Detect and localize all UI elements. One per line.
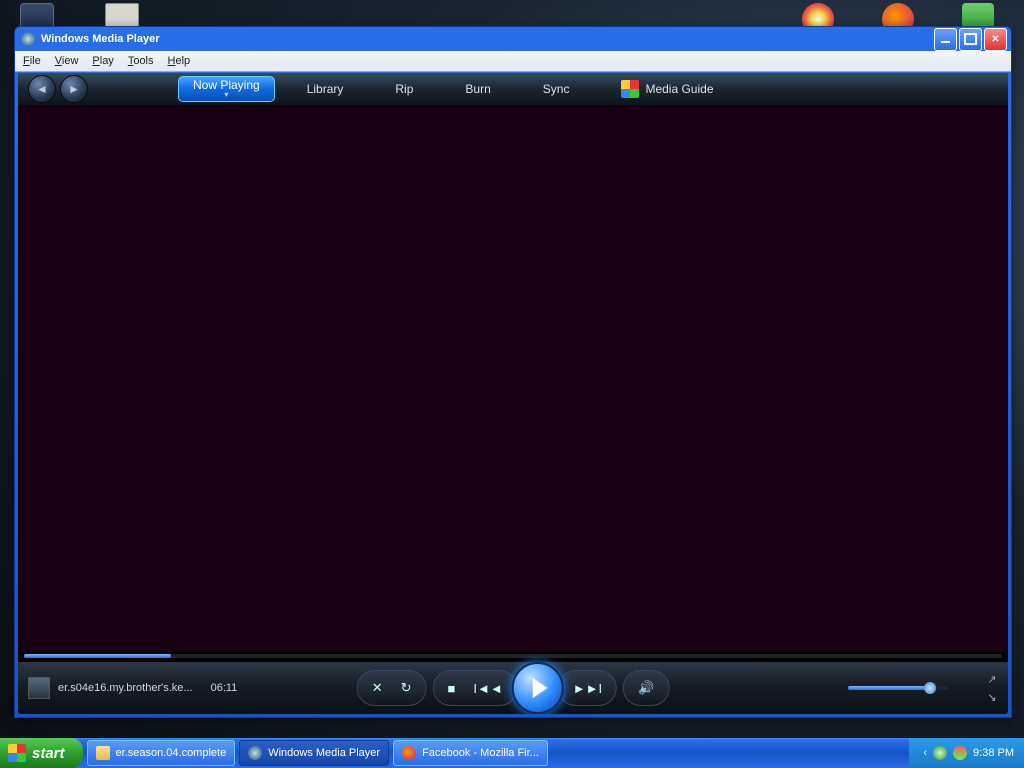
play-icon <box>532 678 547 698</box>
task-item-wmp[interactable]: Windows Media Player <box>239 740 389 766</box>
control-pill-mid: ■ I◄◄ <box>433 670 518 706</box>
titlebar[interactable]: Windows Media Player <box>15 27 1011 51</box>
media-thumbnail-icon <box>28 677 50 699</box>
tab-now-playing[interactable]: Now Playing ▾ <box>178 76 275 102</box>
control-pill-mid2: ►►I <box>558 670 617 706</box>
window-title: Windows Media Player <box>41 33 160 45</box>
wmp-icon <box>21 32 35 46</box>
tab-rip[interactable]: Rip <box>369 73 439 105</box>
tab-media-guide-label: Media Guide <box>645 82 713 96</box>
tray-icon-2[interactable] <box>953 746 967 760</box>
playback-controls: er.s04e16.my.brother's.ke... 06:11 ✕ ↻ ■… <box>18 662 1008 714</box>
folder-icon <box>96 746 110 760</box>
shuffle-button[interactable]: ✕ <box>372 680 383 696</box>
tab-burn[interactable]: Burn <box>439 73 516 105</box>
taskbar: start er.season.04.complete Windows Medi… <box>0 738 1024 768</box>
mute-button[interactable]: 🔊 <box>638 680 654 696</box>
chevron-down-icon: ▾ <box>224 91 228 99</box>
menu-file[interactable]: File <box>23 55 41 67</box>
system-tray: ‹ 9:38 PM <box>909 738 1024 768</box>
seek-bar[interactable] <box>24 654 1002 658</box>
nav-back-button[interactable]: ◄ <box>28 75 56 103</box>
tray-icon-1[interactable] <box>933 746 947 760</box>
start-button[interactable]: start <box>0 738 83 768</box>
media-filename: er.s04e16.my.brother's.ke... <box>58 682 193 694</box>
maximize-button[interactable] <box>959 28 982 51</box>
nav-forward-button[interactable]: ► <box>60 75 88 103</box>
menu-help[interactable]: Help <box>168 55 191 67</box>
close-button[interactable] <box>984 28 1007 51</box>
menubar: File View Play Tools Help <box>15 51 1011 72</box>
windows-logo-icon <box>8 744 26 762</box>
menu-view[interactable]: View <box>55 55 79 67</box>
wmp-icon <box>248 746 262 760</box>
tab-media-guide[interactable]: Media Guide <box>595 73 739 105</box>
top-tabs: ◄ ► Now Playing ▾ Library Rip Burn Sync … <box>18 73 1008 106</box>
elapsed-time: 06:11 <box>211 682 238 694</box>
video-playback-area[interactable] <box>18 105 1008 652</box>
task-item-folder[interactable]: er.season.04.complete <box>87 740 236 766</box>
play-button[interactable] <box>512 662 564 714</box>
wmp-body: ◄ ► Now Playing ▾ Library Rip Burn Sync … <box>18 73 1008 714</box>
volume-thumb[interactable] <box>924 682 936 694</box>
stop-button[interactable]: ■ <box>448 681 456 696</box>
volume-slider[interactable] <box>848 686 948 690</box>
seek-progress <box>24 654 171 658</box>
task-item-label: Facebook - Mozilla Fir... <box>422 747 539 759</box>
volume-fill <box>848 686 926 690</box>
tab-library[interactable]: Library <box>281 73 370 105</box>
menu-tools[interactable]: Tools <box>128 55 154 67</box>
desktop: Windows Media Player File View Play Tool… <box>0 0 1024 768</box>
task-item-label: er.season.04.complete <box>116 747 227 759</box>
previous-button[interactable]: I◄◄ <box>473 681 502 696</box>
windows-flag-icon <box>621 80 639 98</box>
menu-play[interactable]: Play <box>92 55 113 67</box>
firefox-icon <box>402 746 416 760</box>
control-pill-left: ✕ ↻ <box>357 670 427 706</box>
minimize-button[interactable] <box>934 28 957 51</box>
compact-mode-button[interactable]: ↘ <box>984 691 1000 703</box>
wmp-window: Windows Media Player File View Play Tool… <box>14 26 1012 718</box>
task-item-firefox[interactable]: Facebook - Mozilla Fir... <box>393 740 548 766</box>
start-label: start <box>32 745 65 762</box>
repeat-button[interactable]: ↻ <box>401 680 412 696</box>
tray-expand-icon[interactable]: ‹ <box>923 747 927 759</box>
next-button[interactable]: ►►I <box>573 681 602 696</box>
volume-group <box>848 686 948 690</box>
tab-sync[interactable]: Sync <box>517 73 596 105</box>
fullscreen-button[interactable]: ↗ <box>984 673 1000 685</box>
control-pill-right: 🔊 <box>623 670 669 706</box>
clock[interactable]: 9:38 PM <box>973 747 1014 759</box>
task-item-label: Windows Media Player <box>268 747 380 759</box>
